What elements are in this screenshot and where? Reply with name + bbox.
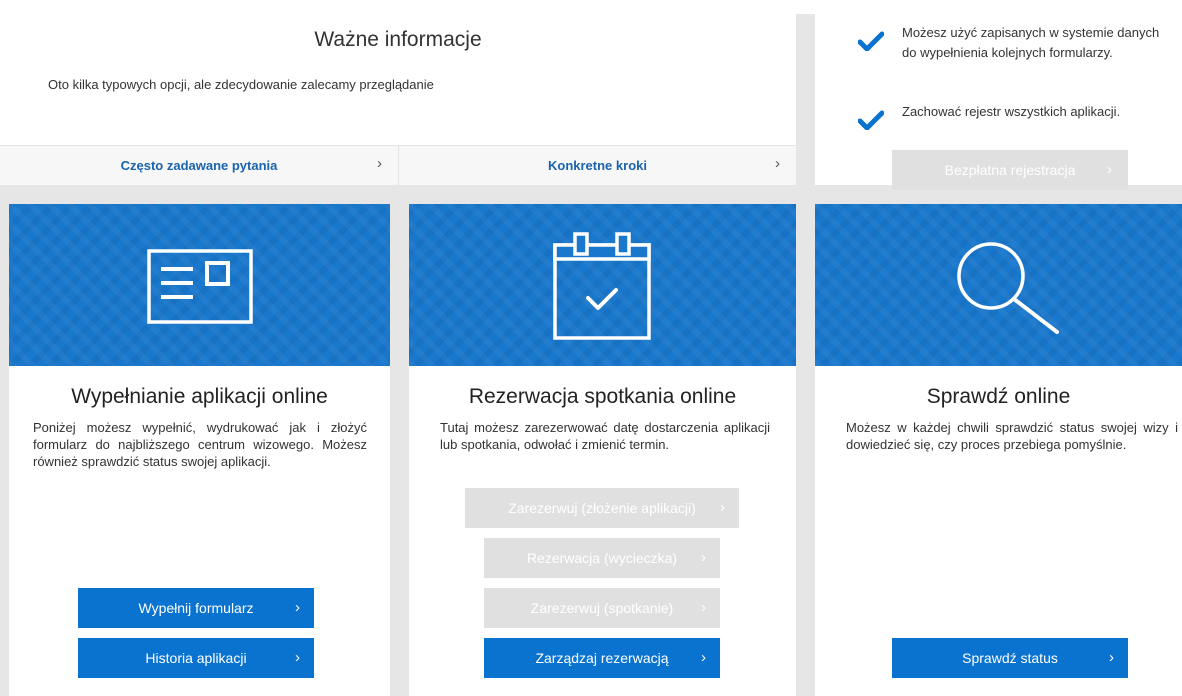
card-description: Tutaj możesz zarezerwować datę dostarcze… — [440, 420, 770, 452]
book-trip-label: Rezerwacja (wycieczka) — [526, 550, 678, 566]
card-appointment-booking: Rezerwacja spotkania online Tutaj możesz… — [409, 204, 796, 696]
fill-form-button[interactable]: Wypełnij formularz › — [78, 588, 314, 628]
specific-steps-label: Konkretne kroki — [548, 158, 647, 173]
card-title: Sprawdź online — [926, 385, 1071, 408]
faq-link-label: Często zadawane pytania — [120, 158, 278, 173]
application-history-button[interactable]: Historia aplikacji › — [78, 638, 314, 678]
chevron-right-icon: › — [720, 499, 725, 516]
search-icon — [957, 242, 1059, 334]
card-title: Rezerwacja spotkania online — [468, 385, 737, 408]
manage-booking-button[interactable]: Zarządzaj rezerwacją › — [484, 638, 720, 678]
benefit-text: Możesz użyć zapisanych w systemie danych… — [902, 25, 1160, 60]
gutter-col-2 — [796, 204, 815, 696]
chevron-right-icon: › — [295, 649, 300, 666]
chevron-right-icon: › — [701, 599, 706, 616]
form-card-icon — [147, 249, 253, 324]
application-history-label: Historia aplikacji — [145, 650, 247, 666]
card-banner — [9, 204, 390, 366]
card-description: Możesz w każdej chwili sprawdzić status … — [846, 420, 1178, 452]
important-info-panel: Ważne informacje Oto kilka typowych opcj… — [0, 0, 796, 185]
benefit-text: Zachować rejestr wszystkich aplikacji. — [902, 104, 1121, 119]
book-application-button[interactable]: Zarezerwuj (złożenie aplikacji) › — [465, 488, 739, 528]
free-registration-label: Bezpłatna rejestracja — [944, 162, 1076, 178]
calendar-check-icon — [553, 232, 651, 340]
chevron-right-icon: › — [295, 599, 300, 616]
check-icon — [858, 31, 884, 51]
fill-form-label: Wypełnij formularz — [138, 600, 254, 616]
card-banner — [815, 204, 1182, 366]
gutter-col-1 — [390, 204, 409, 696]
specific-steps-link[interactable]: Konkretne kroki › — [399, 145, 796, 185]
manage-booking-label: Zarządzaj rezerwacją — [535, 650, 669, 666]
info-title: Ważne informacje — [314, 28, 482, 51]
chevron-right-icon: › — [775, 155, 780, 172]
book-application-label: Zarezerwuj (złożenie aplikacji) — [508, 500, 696, 516]
card-description: Poniżej możesz wypełnić, wydrukować jak … — [33, 420, 367, 469]
free-registration-button[interactable]: Bezpłatna rejestracja › — [892, 150, 1128, 190]
book-meeting-label: Zarezerwuj (spotkanie) — [530, 600, 674, 616]
check-icon — [858, 110, 884, 130]
chevron-right-icon: › — [377, 155, 382, 172]
chevron-right-icon: › — [701, 649, 706, 666]
book-meeting-button[interactable]: Zarezerwuj (spotkanie) › — [484, 588, 720, 628]
check-status-button[interactable]: Sprawdź status › — [892, 638, 1128, 678]
gutter-left — [0, 204, 9, 696]
chevron-right-icon: › — [1107, 161, 1112, 178]
card-check-online: Sprawdź online Możesz w każdej chwili sp… — [815, 204, 1182, 696]
info-subtitle: Oto kilka typowych opcji, ale zdecydowan… — [48, 77, 434, 92]
gutter-top-right — [796, 14, 815, 185]
check-status-label: Sprawdź status — [962, 650, 1058, 666]
book-trip-button[interactable]: Rezerwacja (wycieczka) › — [484, 538, 720, 578]
chevron-right-icon: › — [701, 549, 706, 566]
card-online-application: Wypełnianie aplikacji online Poniżej moż… — [9, 204, 390, 696]
faq-link[interactable]: Często zadawane pytania › — [0, 145, 399, 185]
card-title: Wypełnianie aplikacji online — [71, 385, 328, 408]
card-banner — [409, 204, 796, 366]
chevron-right-icon: › — [1109, 649, 1114, 666]
